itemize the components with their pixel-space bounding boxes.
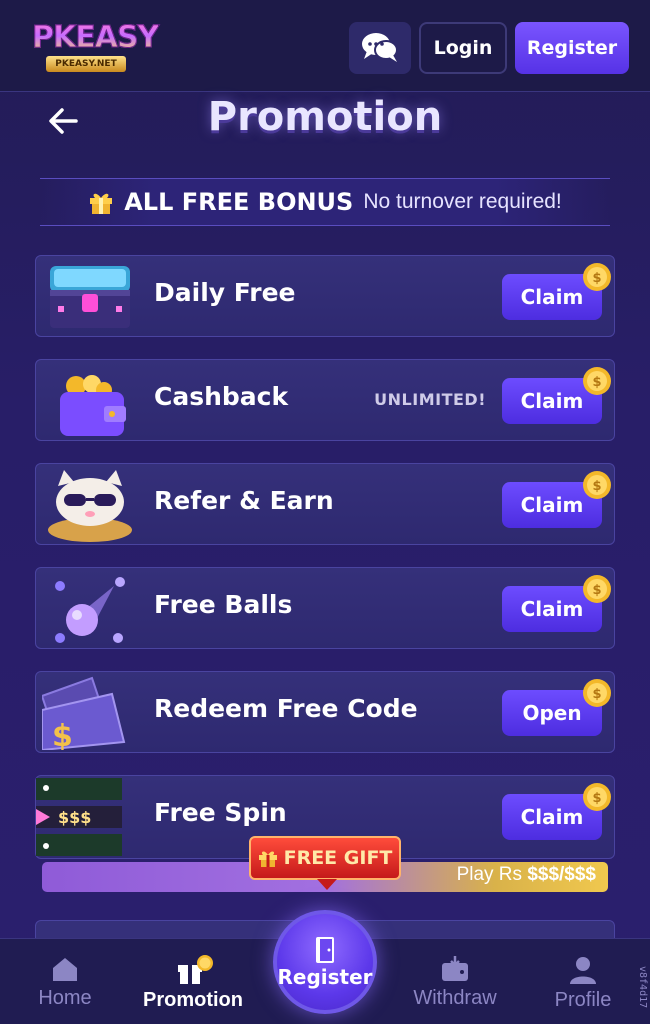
svg-text:$: $	[592, 375, 601, 390]
coin-icon: $	[583, 471, 611, 499]
free-gift-button[interactable]: FREE GIFT	[249, 836, 401, 890]
watermark: v8f4d17	[637, 966, 648, 1009]
reel-text: $$$	[58, 808, 92, 827]
nav-home[interactable]: Home	[5, 955, 125, 1010]
promo-card-daily-free: Daily Free Claim $	[35, 255, 615, 337]
coin-icon: $	[583, 783, 611, 811]
promo-label: Daily Free	[154, 278, 296, 307]
nav-profile-label: Profile	[554, 989, 612, 1011]
svg-text:$: $	[592, 271, 601, 286]
nav-promotion-label: Promotion	[143, 989, 243, 1011]
free-bonus-banner: ALL FREE BONUS No turnover required!	[40, 178, 610, 226]
logo-subtext: PKEASY.NET	[46, 56, 126, 72]
promo-card-cashback: Cashback UNLIMITED! Claim $	[35, 359, 615, 441]
promo-label: Cashback	[154, 382, 289, 411]
logo-text: PKEASY	[31, 20, 159, 56]
coin-icon: $	[583, 575, 611, 603]
coin-icon: $	[583, 263, 611, 291]
nav-register-button[interactable]: Register	[273, 910, 377, 1014]
promo-card-redeem-code: $ Redeem Free Code Open $	[35, 671, 615, 753]
gift-icon	[178, 955, 213, 984]
progress-prefix: Play Rs	[456, 864, 528, 885]
svg-text:$: $	[592, 791, 601, 806]
svg-text:$: $	[592, 687, 601, 702]
nav-profile[interactable]: Profile	[523, 955, 643, 1012]
spin-reel: $$$	[36, 778, 126, 856]
wallet-icon	[442, 956, 468, 981]
svg-text:$: $	[52, 719, 73, 750]
promo-label: Refer & Earn	[154, 486, 334, 515]
coin-icon: $	[583, 367, 611, 395]
bonus-title: ALL FREE BONUS	[124, 188, 354, 216]
nav-withdraw[interactable]: Withdraw	[395, 955, 515, 1010]
nav-home-label: Home	[38, 987, 92, 1009]
promo-label: Free Balls	[154, 590, 293, 619]
top-bar: PKEASY PKEASY.NET Login Register	[0, 0, 650, 92]
progress-text: Play Rs $$$/$$$	[457, 864, 596, 886]
cat-mascot-icon	[48, 470, 132, 542]
nav-promotion[interactable]: Promotion	[133, 955, 253, 1012]
home-icon	[53, 958, 77, 981]
promo-card-refer-earn: Refer & Earn Claim $	[35, 463, 615, 545]
ticket-icon: $	[42, 676, 126, 750]
logo[interactable]: PKEASY PKEASY.NET	[31, 20, 160, 76]
promo-card-free-balls: Free Balls Claim $	[35, 567, 615, 649]
chat-button[interactable]	[349, 22, 411, 74]
nav-withdraw-label: Withdraw	[413, 987, 497, 1009]
gift-icon	[258, 851, 277, 867]
login-button[interactable]: Login	[419, 22, 507, 74]
treasure-chest-icon	[50, 266, 130, 328]
ball-icon	[55, 577, 125, 643]
user-icon	[570, 957, 596, 984]
gift-icon	[90, 193, 113, 214]
nav-register-label: Register	[277, 965, 373, 989]
bonus-subtitle: No turnover required!	[363, 190, 562, 213]
page-title: Promotion	[207, 94, 443, 140]
svg-text:$: $	[592, 583, 601, 598]
door-icon	[316, 937, 334, 963]
promo-label: Free Spin	[154, 798, 287, 827]
unlimited-tag: UNLIMITED!	[374, 390, 486, 409]
chat-icon	[362, 33, 398, 62]
register-button[interactable]: Register	[515, 22, 629, 74]
coin-icon: $	[583, 679, 611, 707]
promo-label: Redeem Free Code	[154, 694, 418, 723]
progress-amount: $$$/$$$	[527, 864, 596, 885]
wallet-icon	[60, 375, 126, 436]
svg-text:$: $	[592, 479, 601, 494]
free-gift-label: FREE GIFT	[283, 847, 393, 869]
